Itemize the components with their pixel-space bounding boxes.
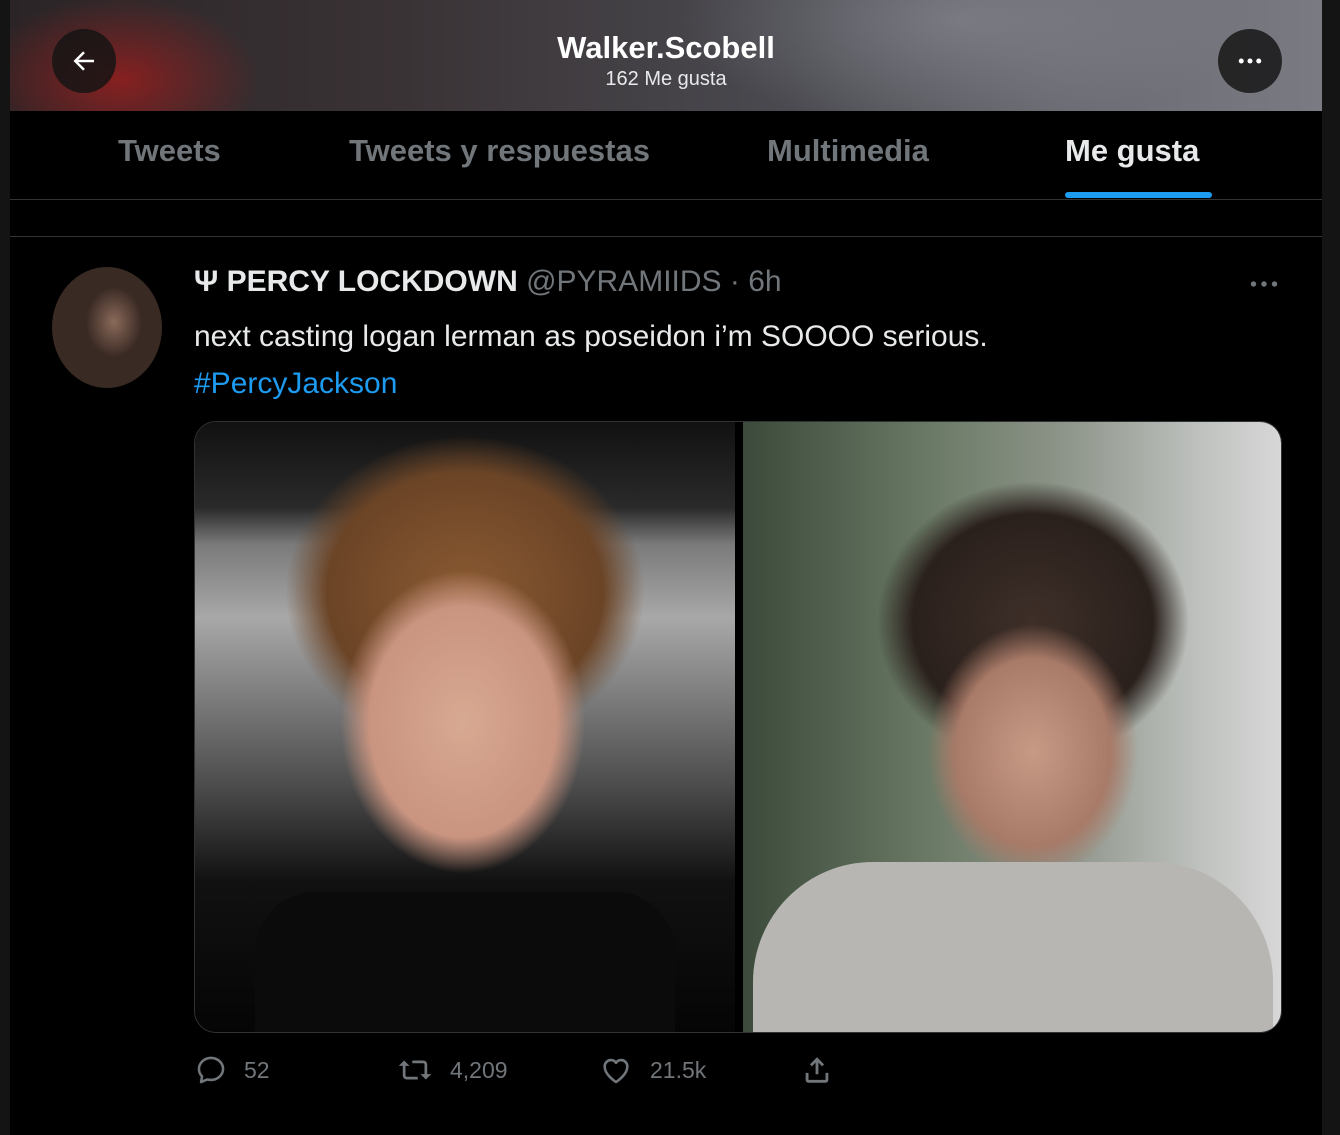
media-photo-right[interactable]: [743, 422, 1281, 1032]
retweet-count: 4,209: [450, 1056, 508, 1083]
media-photo-left[interactable]: [195, 422, 735, 1032]
profile-header: Walker.Scobell 162 Me gusta: [10, 0, 1322, 111]
tweet-body: next casting logan lerman as poseidon i’…: [194, 320, 988, 353]
tab-media[interactable]: Multimedia: [767, 133, 929, 169]
profile-likes-view: Walker.Scobell 162 Me gusta Tweets Tweet…: [10, 0, 1322, 1135]
right-gutter: [1322, 0, 1340, 1135]
profile-tabs: Tweets Tweets y respuestas Multimedia Me…: [10, 111, 1322, 200]
active-tab-indicator: [1065, 192, 1212, 198]
tweet-header: Ψ PERCY LOCKDOWN @PYRAMIIDS · 6h: [194, 265, 782, 299]
author-handle[interactable]: @PYRAMIIDS: [526, 265, 721, 298]
tweet-more-button[interactable]: [1246, 272, 1282, 301]
tweet-actions: 52 4,209 21.5k: [10, 1053, 1322, 1093]
avatar[interactable]: [52, 267, 162, 388]
tweet-media[interactable]: [194, 421, 1282, 1033]
left-gutter: [0, 0, 10, 1135]
tweet-time[interactable]: 6h: [748, 265, 781, 298]
author-name[interactable]: Ψ PERCY LOCKDOWN: [194, 265, 518, 298]
share-icon: [805, 1057, 829, 1083]
tweet-separator: [10, 236, 1322, 237]
profile-name: Walker.Scobell: [557, 30, 775, 65]
tab-tweets-replies[interactable]: Tweets y respuestas: [349, 133, 650, 169]
media-divider: [735, 422, 743, 1032]
reply-icon: [197, 1056, 225, 1084]
share-button[interactable]: [800, 1053, 834, 1087]
retweet-button[interactable]: 4,209: [396, 1053, 508, 1087]
reply-count: 52: [244, 1056, 270, 1083]
more-horizontal-icon: [1238, 58, 1262, 64]
more-horizontal-icon: [1250, 281, 1278, 287]
likes-count: 162 Me gusta: [605, 68, 727, 90]
reply-button[interactable]: 52: [194, 1053, 270, 1087]
dot-separator: ·: [729, 265, 740, 298]
retweet-icon: [398, 1060, 432, 1080]
tweet-text: next casting logan lerman as poseidon i’…: [194, 313, 1284, 407]
like-button[interactable]: 21.5k: [598, 1053, 706, 1087]
tab-likes[interactable]: Me gusta: [1065, 133, 1199, 169]
like-count: 21.5k: [650, 1056, 707, 1083]
tab-tweets[interactable]: Tweets: [118, 133, 221, 169]
heart-icon: [603, 1058, 629, 1084]
more-button[interactable]: [1218, 29, 1282, 93]
hashtag-link[interactable]: #PercyJackson: [194, 360, 1284, 407]
